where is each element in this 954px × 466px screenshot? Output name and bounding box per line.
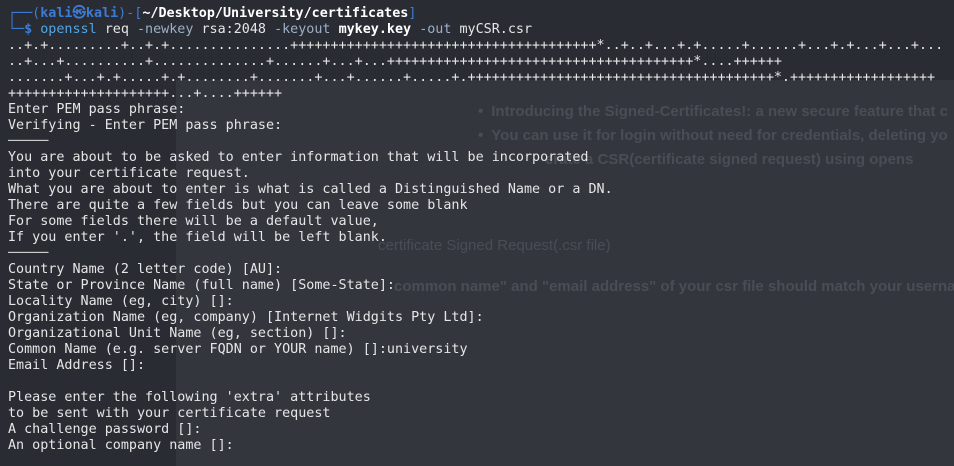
output-line: State or Province Name (full name) [Some…	[8, 278, 395, 293]
prompt-dollar: $	[24, 22, 33, 37]
output-line: There are quite a few fields but you can…	[8, 198, 468, 213]
output-line: Email Address []:	[8, 358, 146, 373]
command-opt-out: -out	[419, 22, 452, 37]
prompt-frame-bottom: └─	[8, 22, 25, 37]
command-program: openssl	[40, 22, 97, 37]
output-line: A challenge password []:	[8, 422, 202, 437]
command-sub: req	[104, 22, 129, 37]
prompt-line: ┌──(kali㉿kali)-[~/Desktop/University/cer…	[8, 6, 416, 22]
prompt-at-icon: ㉿	[72, 6, 86, 21]
prompt-close: ]	[408, 6, 417, 21]
output-line: ++++++++++++++++++++...+....++++++	[8, 86, 283, 101]
command-opt-keyout: -keyout	[274, 22, 331, 37]
prompt-frame-top: ┌──(	[8, 6, 41, 21]
separator: ─────	[8, 246, 49, 261]
output-line: Common Name (e.g. server FQDN or YOUR na…	[8, 342, 468, 357]
output-line: Please enter the following 'extra' attri…	[8, 390, 371, 405]
prompt-path: ~/Desktop/University/certificates	[142, 6, 409, 21]
prompt-user: kali	[40, 6, 73, 21]
prompt-mid: )-[	[118, 6, 143, 21]
prompt-host: kali	[85, 6, 119, 21]
output-line: Country Name (2 letter code) [AU]:	[8, 262, 283, 277]
output-line: What you are about to enter is what is c…	[8, 182, 613, 197]
command-out-value: myCSR.csr	[459, 22, 533, 37]
command-opt-newkey: -newkey	[137, 22, 194, 37]
output-line: Organization Name (eg, company) [Interne…	[8, 310, 484, 325]
output-line: You are about to be asked to enter infor…	[8, 150, 589, 165]
terminal-window[interactable]: ┌──(kali㉿kali)-[~/Desktop/University/cer…	[0, 0, 954, 466]
output-line: If you enter '.', the field will be left…	[8, 230, 387, 245]
output-line: An optional company name []:	[8, 438, 234, 453]
command-line[interactable]: └─$ openssl req -newkey rsa:2048 -keyout…	[8, 22, 532, 38]
output-line: Organizational Unit Name (eg, section) […	[8, 326, 347, 341]
output-line: into your certificate request.	[8, 166, 250, 181]
output-line: For some fields there will be a default …	[8, 214, 379, 229]
output-line: ..+.+.........+..+.+...............+++++…	[8, 38, 944, 53]
output-line: Locality Name (eg, city) []:	[8, 294, 234, 309]
output-line: Verifying - Enter PEM pass phrase:	[8, 118, 283, 133]
output-line: to be sent with your certificate request	[8, 406, 331, 421]
output-line: Enter PEM pass phrase:	[8, 102, 186, 117]
command-newkey-value: rsa:2048	[201, 22, 267, 37]
output-line: .......+...+.+.....+.+........+.......+.…	[8, 70, 936, 85]
output-line: ..+...+..........+..............+......+…	[8, 54, 782, 69]
separator: ─────	[8, 134, 49, 149]
command-keyout-value: mykey.key	[338, 22, 412, 37]
